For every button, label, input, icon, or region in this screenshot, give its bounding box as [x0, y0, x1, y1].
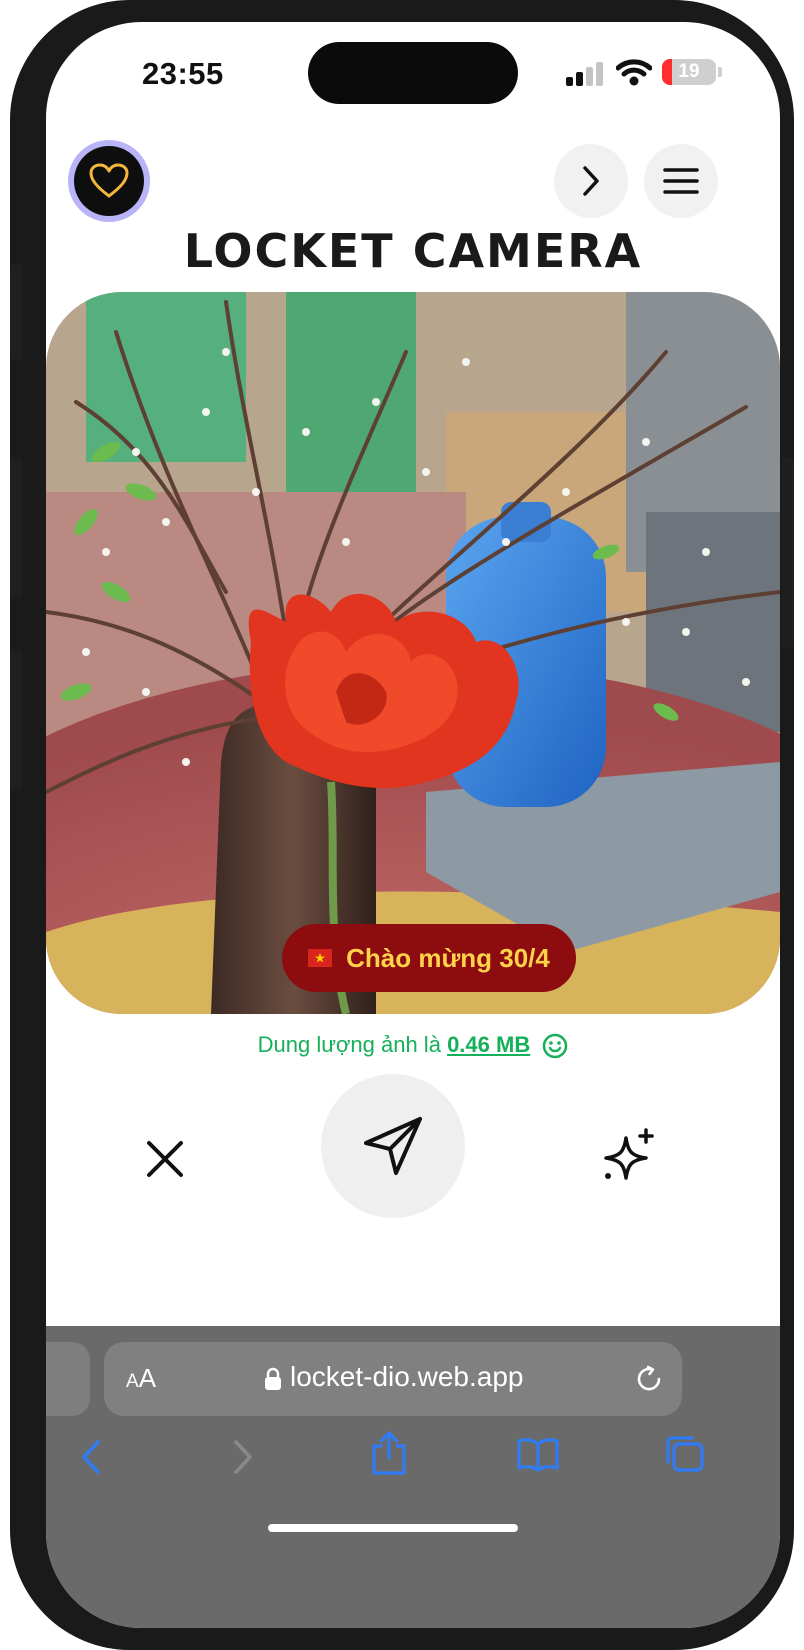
volume-down-button: [10, 650, 22, 790]
previous-tab-preview[interactable]: [46, 1342, 90, 1416]
back-icon[interactable]: [78, 1438, 104, 1476]
sparkle-button[interactable]: [590, 1116, 670, 1196]
lock-icon: [265, 1367, 281, 1390]
browser-toolbar: AA locket-dio.web.app: [46, 1326, 780, 1628]
phone-frame: 23:55 19 LOCKET CAMERA Chào mừng 30/4 Du…: [10, 0, 794, 1650]
hamburger-menu-icon: [663, 168, 699, 194]
photo-preview: [46, 292, 780, 1014]
heart-icon: [89, 163, 129, 198]
forward-icon[interactable]: [230, 1438, 256, 1476]
url-text: locket-dio.web.app: [290, 1361, 524, 1392]
home-indicator: [268, 1524, 518, 1532]
avatar: [74, 146, 144, 216]
send-button[interactable]: [321, 1074, 465, 1218]
next-button[interactable]: [554, 144, 628, 218]
caption-text: Chào mừng 30/4: [346, 942, 550, 973]
wifi-icon: [616, 59, 652, 86]
image-size-info: Dung lượng ảnh là 0.46 MB: [46, 1032, 780, 1059]
close-button[interactable]: [128, 1122, 202, 1196]
reload-icon[interactable]: [634, 1364, 664, 1394]
menu-button[interactable]: [644, 144, 718, 218]
action-button: [10, 264, 22, 360]
address-bar[interactable]: AA locket-dio.web.app: [104, 1342, 682, 1416]
chevron-right-icon: [583, 166, 599, 196]
battery-level: 19: [678, 61, 700, 82]
send-icon: [364, 1117, 422, 1175]
tabs-icon[interactable]: [664, 1434, 706, 1474]
size-value: 0.46 MB: [447, 1032, 531, 1057]
size-prefix: Dung lượng ảnh là: [257, 1032, 441, 1057]
reader-settings-button[interactable]: AA: [126, 1363, 156, 1394]
battery-icon: 19: [662, 59, 716, 85]
caption-chip[interactable]: Chào mừng 30/4: [282, 924, 576, 992]
close-icon: [147, 1141, 183, 1177]
avatar-button[interactable]: [68, 140, 150, 222]
screen: 23:55 19 LOCKET CAMERA Chào mừng 30/4 Du…: [46, 22, 780, 1628]
flower-photo: [46, 292, 780, 1014]
share-icon[interactable]: [370, 1430, 408, 1476]
status-time: 23:55: [142, 56, 224, 91]
sparkle-icon: [604, 1128, 654, 1180]
vietnam-flag-icon: [308, 949, 333, 967]
power-button: [782, 458, 794, 648]
bookmarks-icon[interactable]: [516, 1436, 560, 1472]
battery-cap: [718, 67, 722, 77]
signal-icon: [566, 62, 603, 86]
app-title: LOCKET CAMERA: [183, 224, 643, 278]
volume-up-button: [10, 458, 22, 598]
dynamic-island: [308, 42, 518, 104]
smile-icon: [543, 1033, 568, 1059]
